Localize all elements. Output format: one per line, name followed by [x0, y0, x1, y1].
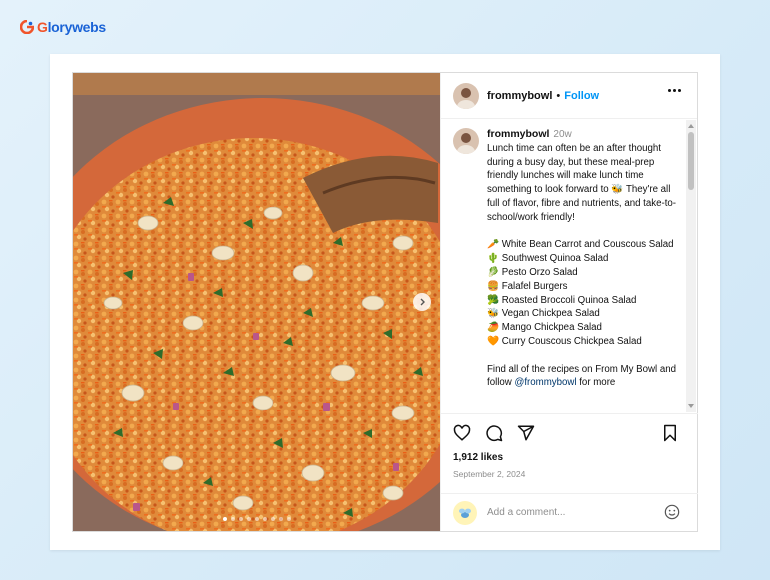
bee-icon: [459, 508, 471, 518]
comment-bar: [441, 493, 698, 531]
caption-scrollbar[interactable]: [686, 120, 696, 412]
like-icon[interactable]: [453, 424, 471, 442]
carousel-dot: [222, 517, 227, 521]
share-icon[interactable]: [517, 424, 535, 442]
recipe-item: 🌵 Southwest Quinoa Salad: [487, 253, 609, 265]
carousel-dot: [262, 517, 267, 521]
next-slide-button[interactable]: [413, 293, 431, 311]
post-image: [73, 73, 440, 531]
carousel-dot: [238, 517, 243, 521]
post-actions: 1,912 likes September 2, 2024: [441, 413, 698, 479]
scroll-up-icon[interactable]: [688, 124, 694, 128]
screenshot-card: frommybowl • Follow frommybowl 20w Lunch …: [50, 54, 720, 550]
recipe-item: 🐝 Vegan Chickpea Salad: [487, 308, 600, 320]
recipe-item: 🥭 Mango Chickpea Salad: [487, 322, 602, 334]
carousel-dot: [246, 517, 251, 521]
carousel-dot: [254, 517, 259, 521]
recipe-item: 🥦 Roasted Broccoli Quinoa Salad: [487, 294, 637, 306]
carousel-dot: [286, 517, 291, 521]
instagram-post: frommybowl • Follow frommybowl 20w Lunch …: [72, 72, 698, 532]
scrollbar-thumb[interactable]: [688, 132, 694, 190]
save-icon[interactable]: [662, 424, 678, 442]
follow-button[interactable]: Follow: [564, 90, 599, 102]
post-sidebar: frommybowl • Follow frommybowl 20w Lunch …: [440, 73, 698, 531]
avatar[interactable]: [453, 128, 479, 154]
comment-input[interactable]: [487, 507, 647, 518]
caption-outro: Find all of the recipes on From My Bowl …: [487, 363, 676, 389]
author-username[interactable]: frommybowl: [487, 90, 552, 102]
likes-count[interactable]: 1,912 likes: [453, 452, 686, 463]
post-header: frommybowl • Follow: [441, 73, 697, 119]
avatar: [453, 500, 477, 525]
caption-intro: Lunch time can often be an after thought…: [487, 142, 677, 223]
carousel-dot: [278, 517, 283, 521]
recipe-item: 🥬 Pesto Orzo Salad: [487, 266, 578, 278]
emoji-icon[interactable]: [664, 504, 680, 520]
glorywebs-logo: Glorywebs: [20, 17, 106, 37]
recipe-item: 🍔 Falafel Burgers: [487, 280, 568, 292]
comment-icon[interactable]: [485, 424, 503, 442]
chevron-right-icon: [420, 298, 425, 306]
glorywebs-logo-icon: [20, 20, 34, 34]
carousel-dot: [270, 517, 275, 521]
carousel-dot: [230, 517, 235, 521]
avatar[interactable]: [453, 82, 479, 109]
mention-link[interactable]: @frommybowl: [514, 377, 576, 388]
caption: frommybowl 20w Lunch time can often be an…: [441, 120, 698, 390]
caption-body: frommybowl 20w Lunch time can often be an…: [487, 128, 680, 390]
salad-photo: [73, 73, 440, 531]
caption-time: 20w: [553, 129, 572, 140]
recipe-item: 🥕 White Bean Carrot and Couscous Salad: [487, 239, 674, 251]
more-options-icon[interactable]: [668, 89, 681, 92]
scroll-down-icon[interactable]: [688, 404, 694, 408]
brand-name: Glorywebs: [37, 19, 106, 35]
caption-scroll-area[interactable]: frommybowl 20w Lunch time can often be an…: [441, 120, 698, 412]
header-separator: •: [556, 89, 561, 102]
post-date: September 2, 2024: [453, 469, 526, 479]
caption-username[interactable]: frommybowl: [487, 128, 549, 140]
carousel-dots: [73, 517, 440, 521]
recipe-item: 🧡 Curry Couscous Chickpea Salad: [487, 335, 642, 347]
